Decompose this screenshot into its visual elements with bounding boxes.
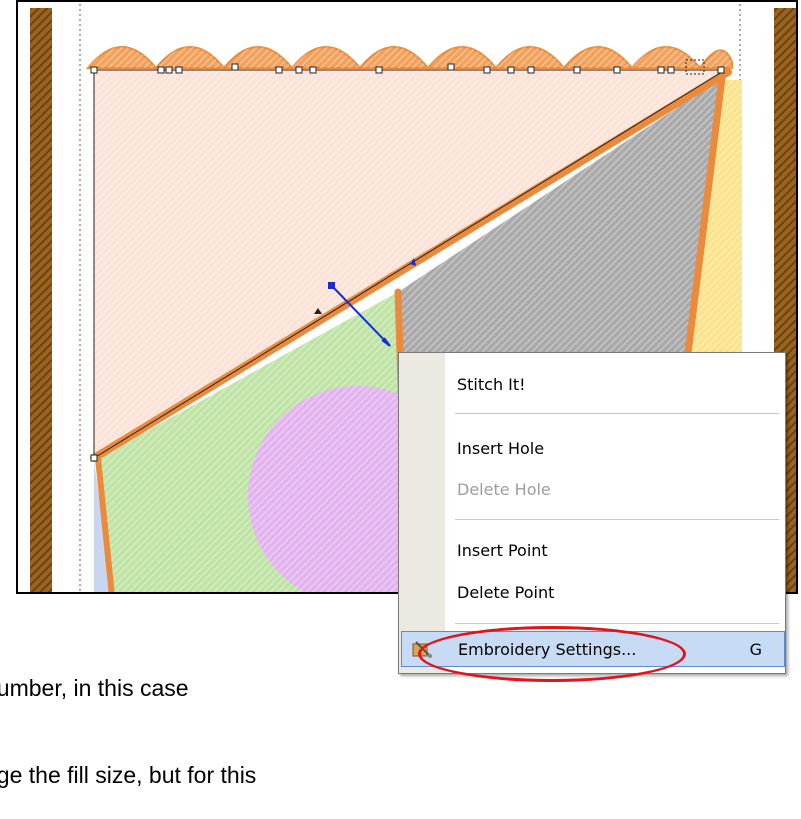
menu-item-stitch-it[interactable]: Stitch It!: [445, 367, 785, 403]
menu-item-label: Stitch It!: [457, 375, 526, 394]
left-border-strip: [30, 8, 52, 592]
menu-separator: [455, 519, 779, 520]
menu-item-label: Embroidery Settings...: [458, 640, 637, 659]
menu-item-delete-hole[interactable]: Delete Hole: [445, 472, 785, 508]
menu-item-insert-hole[interactable]: Insert Hole: [445, 431, 785, 467]
menu-item-label: Delete Point: [457, 583, 555, 602]
context-menu[interactable]: Stitch It! Insert Hole Delete Hole Inser…: [398, 352, 786, 674]
menu-item-label: Delete Hole: [457, 480, 551, 499]
menu-separator: [455, 413, 779, 414]
menu-item-delete-point[interactable]: Delete Point: [445, 575, 785, 611]
menu-item-insert-point[interactable]: Insert Point: [445, 533, 785, 569]
menu-item-embroidery-settings[interactable]: Embroidery Settings... G: [401, 631, 785, 667]
tutorial-line-1: number, in this case: [0, 675, 189, 701]
menu-icon-gutter: [399, 353, 445, 673]
embroidery-settings-icon: [412, 641, 432, 658]
menu-item-label: Insert Point: [457, 541, 548, 560]
tutorial-line-2: nge the fill size, but for this: [0, 762, 257, 788]
scallop-border[interactable]: [85, 46, 733, 70]
tutorial-text: number, in this case nge the fill size, …: [0, 616, 420, 819]
menu-separator: [455, 623, 779, 624]
menu-item-shortcut: G: [749, 640, 762, 659]
menu-item-label: Insert Hole: [457, 439, 545, 458]
